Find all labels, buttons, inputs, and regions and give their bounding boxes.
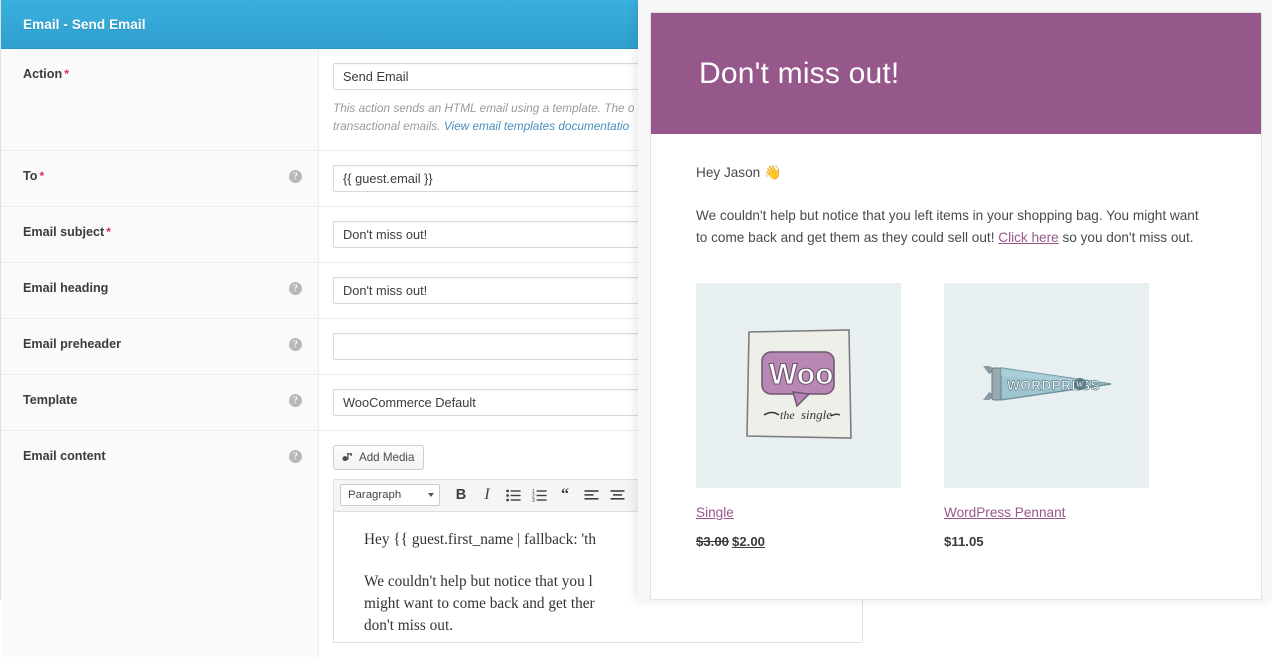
- product-price: $11.05: [944, 534, 1149, 549]
- help-icon[interactable]: ?: [289, 449, 302, 463]
- required-asterisk: *: [39, 168, 45, 183]
- email-templates-doc-link[interactable]: View email templates documentatio: [444, 119, 629, 133]
- action-description-line2: transactional emails.: [333, 119, 444, 134]
- product-price-value: $11.05: [944, 534, 984, 550]
- row-label-email-content: Email content ?: [1, 430, 319, 657]
- product-item: Woo the single Single $3.00 $2.00: [696, 283, 901, 549]
- click-here-link[interactable]: Click here: [998, 230, 1058, 245]
- editor-paragraph-2-line1: We couldn't help but notice that you l: [364, 572, 593, 590]
- product-name-link[interactable]: WordPress Pennant: [944, 505, 1065, 520]
- italic-button[interactable]: I: [475, 483, 499, 507]
- help-icon[interactable]: ?: [289, 337, 302, 351]
- label-text-email-heading: Email heading: [23, 280, 109, 295]
- unordered-list-button[interactable]: [501, 483, 525, 507]
- label-text-action: Action *: [23, 67, 69, 81]
- product-image[interactable]: WORDPRESS W .com: [944, 283, 1149, 489]
- help-icon[interactable]: ?: [289, 281, 302, 295]
- email-preview-card: Don't miss out! Hey Jason 👋 We couldn't …: [650, 12, 1262, 600]
- align-center-button[interactable]: [605, 483, 629, 507]
- svg-text:WORDPRESS: WORDPRESS: [1007, 378, 1100, 393]
- add-media-icon: [341, 451, 354, 464]
- label-text-email-subject: Email subject *: [23, 224, 111, 239]
- svg-text:.com: .com: [1089, 382, 1102, 388]
- email-intro-after-link: so you don't miss out.: [1058, 230, 1194, 246]
- email-preview-overlay: Don't miss out! Hey Jason 👋 We couldn't …: [638, 0, 1272, 600]
- product-item: WORDPRESS W .com WordPress Pennant $11.0…: [944, 283, 1149, 549]
- label-text-to: To *: [23, 168, 45, 183]
- help-icon[interactable]: ?: [289, 393, 302, 407]
- format-select[interactable]: Paragraph: [340, 484, 440, 507]
- email-greeting-text: Hey Jason: [696, 165, 765, 180]
- wordpress-pennant-flag-icon: WORDPRESS W .com: [966, 325, 1127, 446]
- email-preview-heading: Don't miss out!: [699, 56, 900, 90]
- svg-text:the: the: [780, 408, 795, 422]
- chevron-down-icon: [428, 493, 434, 498]
- panel-title: Email - Send Email: [23, 16, 146, 32]
- label-text-email-content: Email content: [23, 448, 106, 463]
- product-price-new: $2.00: [732, 534, 766, 550]
- align-left-button[interactable]: [579, 483, 603, 507]
- action-description-line1: This action sends an HTML email using a …: [333, 101, 635, 115]
- format-select-value: Paragraph: [348, 489, 402, 502]
- row-label-email-heading: Email heading ?: [1, 262, 319, 318]
- editor-paragraph-2-line3: don't miss out.: [364, 617, 454, 635]
- svg-text:Woo: Woo: [769, 358, 833, 391]
- svg-text:3: 3: [532, 498, 535, 502]
- product-image[interactable]: Woo the single: [696, 283, 901, 489]
- add-media-button[interactable]: Add Media: [333, 444, 425, 470]
- product-price-old: $3.00: [696, 534, 730, 550]
- add-media-label: Add Media: [359, 450, 415, 464]
- row-label-to: To * ?: [1, 150, 319, 206]
- woo-the-single-album-sketch-icon: Woo the single: [731, 318, 866, 454]
- required-asterisk: *: [106, 224, 111, 239]
- email-intro-paragraph: We couldn't help but notice that you lef…: [696, 205, 1202, 249]
- product-name-link[interactable]: Single: [696, 505, 734, 520]
- svg-text:single: single: [801, 407, 832, 422]
- blockquote-button[interactable]: “: [553, 483, 577, 507]
- editor-paragraph-2-line2: might want to come back and get ther: [364, 594, 595, 612]
- email-preview-body: Hey Jason 👋 We couldn't help but notice …: [651, 134, 1261, 549]
- row-label-email-preheader: Email preheader ?: [1, 318, 319, 374]
- email-greeting: Hey Jason 👋: [696, 164, 1216, 181]
- help-icon[interactable]: ?: [289, 169, 302, 183]
- product-price: $3.00 $2.00: [696, 534, 901, 549]
- row-label-template: Template ?: [1, 374, 319, 430]
- waving-hand-icon: 👋: [764, 164, 782, 180]
- ordered-list-button[interactable]: 1 2 3: [527, 483, 551, 507]
- svg-text:W: W: [1076, 380, 1084, 389]
- bold-button[interactable]: B: [449, 483, 473, 507]
- label-text-email-preheader: Email preheader: [23, 336, 121, 351]
- required-asterisk: *: [64, 67, 69, 81]
- row-label-action: Action *: [1, 49, 319, 150]
- email-preview-header: Don't miss out!: [651, 13, 1261, 134]
- email-product-list: Woo the single Single $3.00 $2.00 WORDPR…: [696, 283, 1216, 549]
- label-text-template: Template: [23, 392, 78, 407]
- row-label-email-subject: Email subject *: [1, 206, 319, 262]
